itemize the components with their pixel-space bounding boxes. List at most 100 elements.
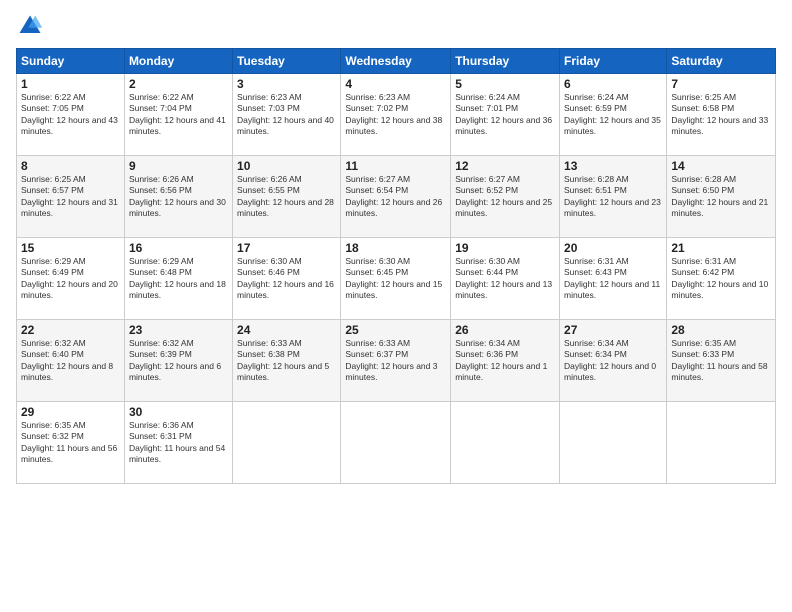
day-info: Sunrise: 6:30 AMSunset: 6:46 PMDaylight:… [237,256,336,302]
day-info: Sunrise: 6:22 AMSunset: 7:04 PMDaylight:… [129,92,228,138]
day-number: 13 [564,159,662,173]
calendar-week-row: 15Sunrise: 6:29 AMSunset: 6:49 PMDayligh… [17,238,776,320]
day-number: 30 [129,405,228,419]
day-info: Sunrise: 6:34 AMSunset: 6:34 PMDaylight:… [564,338,662,384]
day-info: Sunrise: 6:27 AMSunset: 6:52 PMDaylight:… [455,174,555,220]
day-number: 1 [21,77,120,91]
weekday-header-monday: Monday [124,49,232,74]
day-info: Sunrise: 6:36 AMSunset: 6:31 PMDaylight:… [129,420,228,466]
calendar-day-cell: 4Sunrise: 6:23 AMSunset: 7:02 PMDaylight… [341,74,451,156]
calendar-day-cell: 6Sunrise: 6:24 AMSunset: 6:59 PMDaylight… [560,74,667,156]
calendar-week-row: 1Sunrise: 6:22 AMSunset: 7:05 PMDaylight… [17,74,776,156]
day-info: Sunrise: 6:31 AMSunset: 6:43 PMDaylight:… [564,256,662,302]
weekday-header-tuesday: Tuesday [233,49,341,74]
calendar-day-cell: 27Sunrise: 6:34 AMSunset: 6:34 PMDayligh… [560,320,667,402]
day-number: 9 [129,159,228,173]
day-info: Sunrise: 6:31 AMSunset: 6:42 PMDaylight:… [671,256,771,302]
day-number: 14 [671,159,771,173]
day-number: 21 [671,241,771,255]
day-info: Sunrise: 6:30 AMSunset: 6:45 PMDaylight:… [345,256,446,302]
header [16,12,776,40]
day-number: 3 [237,77,336,91]
calendar-day-cell: 8Sunrise: 6:25 AMSunset: 6:57 PMDaylight… [17,156,125,238]
day-info: Sunrise: 6:33 AMSunset: 6:37 PMDaylight:… [345,338,446,384]
calendar-day-cell: 1Sunrise: 6:22 AMSunset: 7:05 PMDaylight… [17,74,125,156]
day-number: 2 [129,77,228,91]
calendar-day-cell: 3Sunrise: 6:23 AMSunset: 7:03 PMDaylight… [233,74,341,156]
day-number: 23 [129,323,228,337]
calendar-day-cell: 13Sunrise: 6:28 AMSunset: 6:51 PMDayligh… [560,156,667,238]
calendar-day-cell: 28Sunrise: 6:35 AMSunset: 6:33 PMDayligh… [667,320,776,402]
day-info: Sunrise: 6:29 AMSunset: 6:49 PMDaylight:… [21,256,120,302]
day-number: 10 [237,159,336,173]
weekday-header-wednesday: Wednesday [341,49,451,74]
day-number: 19 [455,241,555,255]
day-number: 20 [564,241,662,255]
weekday-header-friday: Friday [560,49,667,74]
day-info: Sunrise: 6:35 AMSunset: 6:32 PMDaylight:… [21,420,120,466]
weekday-header-sunday: Sunday [17,49,125,74]
calendar-day-cell: 26Sunrise: 6:34 AMSunset: 6:36 PMDayligh… [451,320,560,402]
day-number: 4 [345,77,446,91]
calendar-day-cell: 24Sunrise: 6:33 AMSunset: 6:38 PMDayligh… [233,320,341,402]
calendar-day-cell [233,402,341,484]
calendar-day-cell: 9Sunrise: 6:26 AMSunset: 6:56 PMDaylight… [124,156,232,238]
calendar-day-cell [341,402,451,484]
day-number: 16 [129,241,228,255]
day-number: 18 [345,241,446,255]
calendar-day-cell: 25Sunrise: 6:33 AMSunset: 6:37 PMDayligh… [341,320,451,402]
day-info: Sunrise: 6:32 AMSunset: 6:39 PMDaylight:… [129,338,228,384]
calendar-day-cell: 10Sunrise: 6:26 AMSunset: 6:55 PMDayligh… [233,156,341,238]
calendar-day-cell: 17Sunrise: 6:30 AMSunset: 6:46 PMDayligh… [233,238,341,320]
calendar-day-cell: 12Sunrise: 6:27 AMSunset: 6:52 PMDayligh… [451,156,560,238]
calendar-day-cell: 20Sunrise: 6:31 AMSunset: 6:43 PMDayligh… [560,238,667,320]
calendar-day-cell [451,402,560,484]
day-info: Sunrise: 6:34 AMSunset: 6:36 PMDaylight:… [455,338,555,384]
calendar-day-cell: 21Sunrise: 6:31 AMSunset: 6:42 PMDayligh… [667,238,776,320]
day-number: 26 [455,323,555,337]
calendar-day-cell: 18Sunrise: 6:30 AMSunset: 6:45 PMDayligh… [341,238,451,320]
logo-icon [16,12,44,40]
day-info: Sunrise: 6:28 AMSunset: 6:50 PMDaylight:… [671,174,771,220]
calendar-day-cell: 14Sunrise: 6:28 AMSunset: 6:50 PMDayligh… [667,156,776,238]
calendar-day-cell: 16Sunrise: 6:29 AMSunset: 6:48 PMDayligh… [124,238,232,320]
day-number: 11 [345,159,446,173]
day-number: 25 [345,323,446,337]
calendar-day-cell [667,402,776,484]
day-info: Sunrise: 6:26 AMSunset: 6:55 PMDaylight:… [237,174,336,220]
day-info: Sunrise: 6:24 AMSunset: 6:59 PMDaylight:… [564,92,662,138]
page: SundayMondayTuesdayWednesdayThursdayFrid… [0,0,792,612]
weekday-header-row: SundayMondayTuesdayWednesdayThursdayFrid… [17,49,776,74]
day-info: Sunrise: 6:29 AMSunset: 6:48 PMDaylight:… [129,256,228,302]
day-info: Sunrise: 6:22 AMSunset: 7:05 PMDaylight:… [21,92,120,138]
calendar-week-row: 29Sunrise: 6:35 AMSunset: 6:32 PMDayligh… [17,402,776,484]
day-info: Sunrise: 6:32 AMSunset: 6:40 PMDaylight:… [21,338,120,384]
calendar-day-cell: 29Sunrise: 6:35 AMSunset: 6:32 PMDayligh… [17,402,125,484]
day-info: Sunrise: 6:23 AMSunset: 7:02 PMDaylight:… [345,92,446,138]
day-info: Sunrise: 6:23 AMSunset: 7:03 PMDaylight:… [237,92,336,138]
day-info: Sunrise: 6:35 AMSunset: 6:33 PMDaylight:… [671,338,771,384]
calendar-week-row: 22Sunrise: 6:32 AMSunset: 6:40 PMDayligh… [17,320,776,402]
day-number: 17 [237,241,336,255]
day-number: 12 [455,159,555,173]
calendar-day-cell: 30Sunrise: 6:36 AMSunset: 6:31 PMDayligh… [124,402,232,484]
weekday-header-saturday: Saturday [667,49,776,74]
weekday-header-thursday: Thursday [451,49,560,74]
day-info: Sunrise: 6:30 AMSunset: 6:44 PMDaylight:… [455,256,555,302]
calendar-day-cell: 11Sunrise: 6:27 AMSunset: 6:54 PMDayligh… [341,156,451,238]
day-number: 15 [21,241,120,255]
day-number: 24 [237,323,336,337]
day-info: Sunrise: 6:26 AMSunset: 6:56 PMDaylight:… [129,174,228,220]
logo [16,12,48,40]
day-number: 8 [21,159,120,173]
day-number: 5 [455,77,555,91]
calendar-table: SundayMondayTuesdayWednesdayThursdayFrid… [16,48,776,484]
calendar-day-cell: 15Sunrise: 6:29 AMSunset: 6:49 PMDayligh… [17,238,125,320]
day-number: 6 [564,77,662,91]
day-info: Sunrise: 6:33 AMSunset: 6:38 PMDaylight:… [237,338,336,384]
day-number: 27 [564,323,662,337]
day-info: Sunrise: 6:25 AMSunset: 6:57 PMDaylight:… [21,174,120,220]
day-number: 22 [21,323,120,337]
calendar-day-cell: 23Sunrise: 6:32 AMSunset: 6:39 PMDayligh… [124,320,232,402]
day-info: Sunrise: 6:25 AMSunset: 6:58 PMDaylight:… [671,92,771,138]
